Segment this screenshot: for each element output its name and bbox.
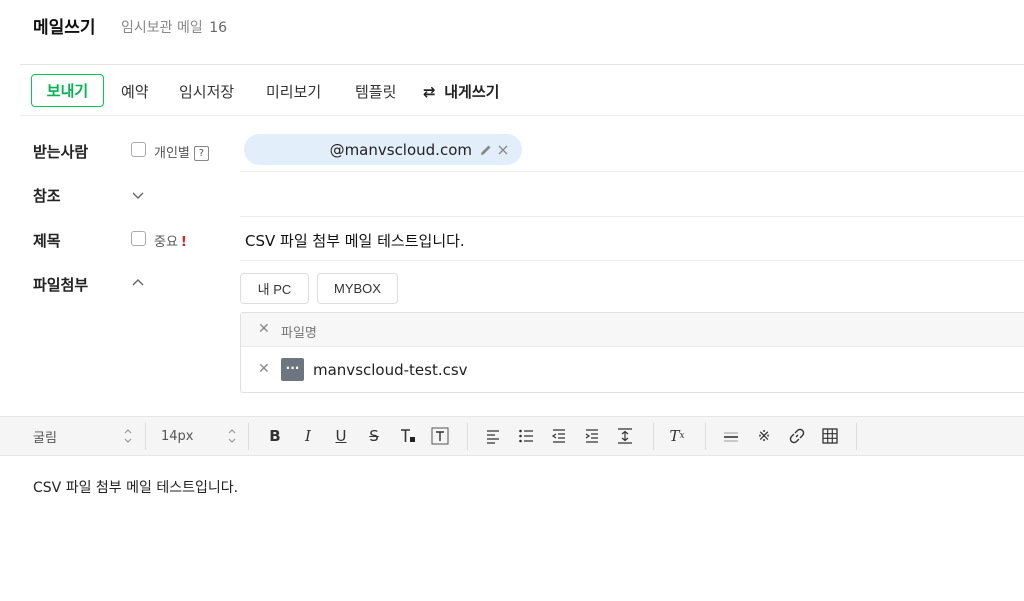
- draft-mail-link[interactable]: 임시보관 메일 16: [121, 17, 227, 37]
- font-family-value: 굴림: [33, 430, 57, 446]
- attachment-list: ✕ 파일명 ✕ ··· manvscloud-test.csv: [240, 312, 1024, 393]
- attachment-filename: manvscloud-test.csv: [313, 361, 468, 379]
- font-size-select[interactable]: 14px: [161, 417, 237, 455]
- chevron-down-icon[interactable]: [131, 188, 145, 202]
- select-arrows-icon: [124, 429, 132, 443]
- attachment-row: ✕ ··· manvscloud-test.csv: [241, 347, 1024, 393]
- important-checkbox[interactable]: [131, 231, 146, 246]
- toolbar-separator: [467, 423, 468, 450]
- cc-label: 참조: [33, 187, 61, 205]
- field-divider: [240, 260, 1024, 261]
- subject-input[interactable]: CSV 파일 첨부 메일 테스트입니다.: [245, 230, 465, 251]
- attachment-list-header: ✕ 파일명: [241, 313, 1024, 347]
- horizontal-rule-icon[interactable]: [721, 426, 741, 446]
- bold-icon[interactable]: B: [265, 426, 285, 446]
- editor-toolbar: 굴림 14px B I U S Tx ※: [0, 416, 1024, 456]
- help-icon[interactable]: ?: [193, 146, 209, 161]
- font-family-select[interactable]: 굴림: [33, 417, 133, 455]
- attach-mybox-button[interactable]: MYBOX: [317, 273, 398, 304]
- swap-icon: ⇄: [423, 83, 436, 101]
- bullet-list-icon[interactable]: [516, 426, 536, 446]
- preview-button[interactable]: 미리보기: [266, 81, 321, 102]
- edit-pencil-icon[interactable]: [480, 144, 492, 156]
- table-icon[interactable]: [820, 426, 840, 446]
- field-divider: [240, 171, 1024, 172]
- toolbar-separator: [145, 423, 146, 450]
- italic-icon[interactable]: I: [298, 426, 318, 446]
- self-write-label: 내게쓰기: [444, 83, 500, 101]
- file-type-icon: ···: [281, 358, 304, 381]
- line-height-icon[interactable]: [615, 426, 635, 446]
- attach-my-pc-button[interactable]: 내 PC: [240, 273, 309, 304]
- outdent-icon[interactable]: [549, 426, 569, 446]
- link-icon[interactable]: [787, 426, 807, 446]
- individual-option: 개인별?: [154, 142, 209, 161]
- recipient-chip[interactable]: @manvscloud.com: [244, 134, 522, 165]
- compose-toolbar: 보내기 예약 임시저장 미리보기 템플릿 ⇄ 내게쓰기: [0, 65, 1024, 115]
- self-write-button[interactable]: ⇄ 내게쓰기: [423, 81, 499, 102]
- filename-column-header: 파일명: [281, 326, 317, 341]
- indent-icon[interactable]: [582, 426, 602, 446]
- strikethrough-icon[interactable]: S: [364, 426, 384, 446]
- underline-icon[interactable]: U: [331, 426, 351, 446]
- select-arrows-icon: [228, 429, 236, 443]
- save-draft-button[interactable]: 임시저장: [179, 81, 234, 102]
- divider: [20, 115, 1024, 116]
- attach-label: 파일첨부: [33, 276, 89, 294]
- send-button[interactable]: 보내기: [31, 74, 104, 107]
- field-divider: [240, 216, 1024, 217]
- remove-file-icon[interactable]: ✕: [258, 361, 270, 377]
- text-background-icon[interactable]: [430, 426, 450, 446]
- toolbar-separator: [856, 423, 857, 450]
- recipient-address: @manvscloud.com: [329, 140, 472, 159]
- toolbar-separator: [248, 423, 249, 450]
- individual-label: 개인별: [154, 146, 190, 161]
- toolbar-separator: [653, 423, 654, 450]
- subject-label: 제목: [33, 232, 61, 250]
- remove-all-icon[interactable]: ✕: [258, 321, 270, 337]
- template-button[interactable]: 템플릿: [355, 81, 396, 102]
- important-label: 중요: [154, 235, 178, 250]
- important-mark-icon: !: [180, 235, 187, 250]
- editor-body[interactable]: CSV 파일 첨부 메일 테스트입니다.: [33, 477, 238, 497]
- toolbar-separator: [705, 423, 706, 450]
- page-header: 메일쓰기 임시보관 메일 16: [0, 0, 1024, 64]
- clear-format-icon[interactable]: Tx: [667, 426, 687, 446]
- text-color-icon[interactable]: [398, 426, 418, 446]
- schedule-button[interactable]: 예약: [121, 81, 149, 102]
- chevron-up-icon[interactable]: [131, 276, 145, 290]
- font-size-value: 14px: [161, 428, 194, 444]
- individual-checkbox[interactable]: [131, 142, 146, 157]
- important-option: 중요!: [154, 231, 187, 250]
- align-left-icon[interactable]: [483, 426, 503, 446]
- to-label: 받는사람: [33, 143, 89, 161]
- special-char-icon[interactable]: ※: [754, 426, 774, 446]
- draft-count: 16: [209, 20, 228, 36]
- remove-recipient-icon[interactable]: [498, 145, 508, 155]
- draft-label: 임시보관 메일: [121, 20, 203, 36]
- page-title: 메일쓰기: [33, 18, 96, 38]
